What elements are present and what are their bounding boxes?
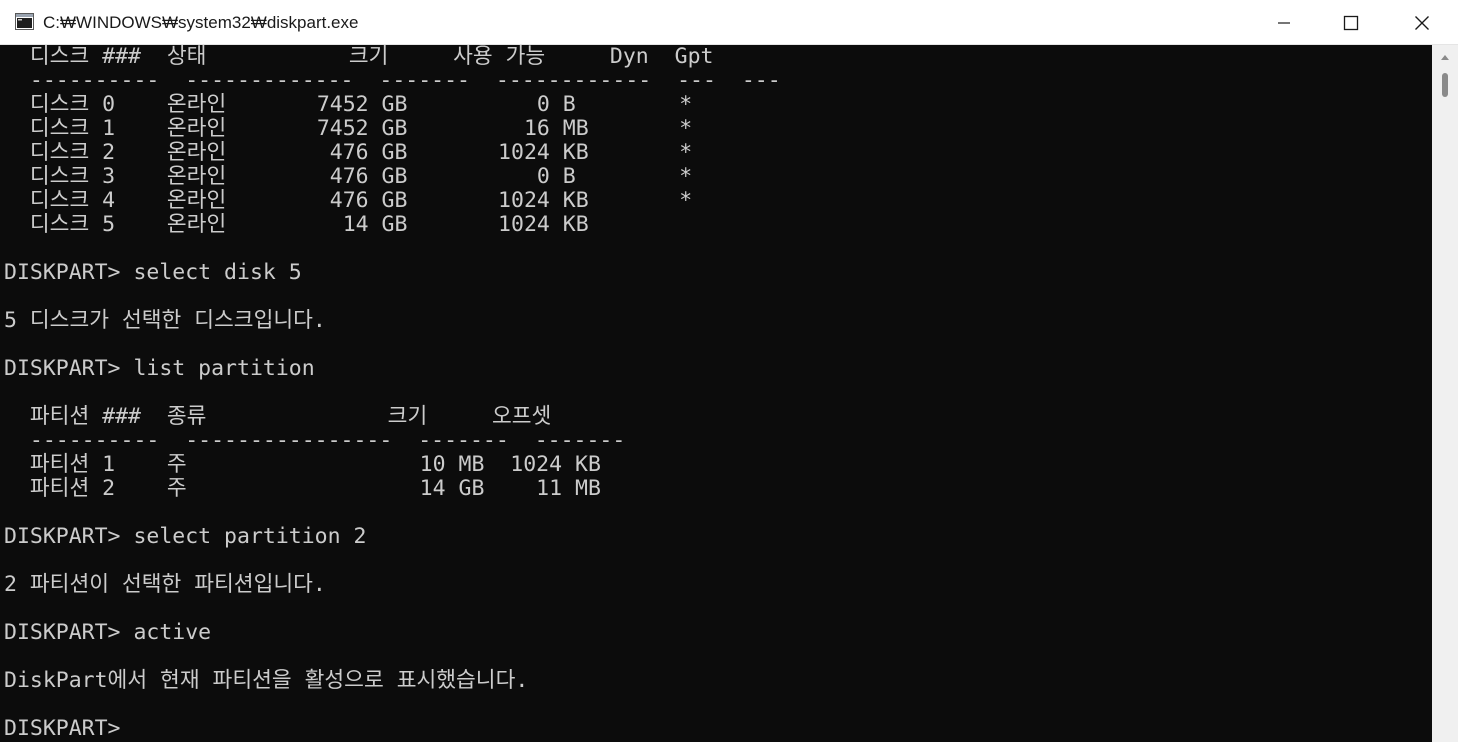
console-line: DISKPART> active — [4, 620, 212, 645]
console-line: 2 파티션이 선택한 파티션입니다. — [4, 572, 326, 597]
console-app-icon — [15, 13, 34, 30]
close-icon — [1415, 15, 1429, 30]
console-line: 5 디스크가 선택한 디스크입니다. — [4, 308, 326, 333]
maximize-button[interactable] — [1316, 0, 1386, 45]
scroll-thumb[interactable] — [1442, 73, 1448, 97]
scroll-up-arrow-icon[interactable] — [1432, 45, 1458, 69]
console-line: DISKPART> select disk 5 — [4, 260, 302, 285]
console-line: 디스크 5 온라인 14 GB 1024 KB — [4, 212, 589, 237]
console-line: DiskPart에서 현재 파티션을 활성으로 표시했습니다. — [4, 668, 529, 693]
console-line: 파티션 ### 종류 크기 오프셋 — [4, 404, 552, 429]
console-line: 디스크 2 온라인 476 GB 1024 KB * — [4, 140, 693, 165]
console-line: 파티션 1 주 10 MB 1024 KB — [4, 452, 601, 477]
maximize-icon — [1343, 15, 1359, 30]
console-line: 디스크 1 온라인 7452 GB 16 MB * — [4, 116, 693, 141]
title-bar[interactable]: C:₩WINDOWS₩system32₩diskpart.exe — [0, 0, 1458, 45]
close-button[interactable] — [1387, 0, 1457, 45]
console-line: 디스크 3 온라인 476 GB 0 B * — [4, 164, 693, 189]
console-window: C:₩WINDOWS₩system32₩diskpart.exe 디스크 ###… — [0, 0, 1458, 742]
console-output[interactable]: 디스크 ### 상태 크기 사용 가능 Dyn Gpt ---------- -… — [0, 45, 1432, 742]
console-line: DISKPART> list partition — [4, 356, 315, 381]
minimize-icon — [1278, 21, 1290, 24]
console-line: ---------- ---------------- ------- ----… — [4, 428, 626, 453]
minimize-button[interactable] — [1249, 0, 1319, 45]
console-line: 파티션 2 주 14 GB 11 MB — [4, 476, 601, 501]
console-line: DISKPART> select partition 2 — [4, 524, 367, 549]
console-line: 디스크 ### 상태 크기 사용 가능 Dyn Gpt — [4, 45, 714, 69]
console-line: 디스크 4 온라인 476 GB 1024 KB * — [4, 188, 693, 213]
console-line: 디스크 0 온라인 7452 GB 0 B * — [4, 92, 693, 117]
vertical-scrollbar[interactable] — [1432, 45, 1458, 742]
console-prompt-line[interactable]: DISKPART> — [4, 717, 133, 741]
console-line: ---------- ------------- ------- -------… — [4, 68, 781, 93]
window-title: C:₩WINDOWS₩system32₩diskpart.exe — [43, 13, 359, 32]
